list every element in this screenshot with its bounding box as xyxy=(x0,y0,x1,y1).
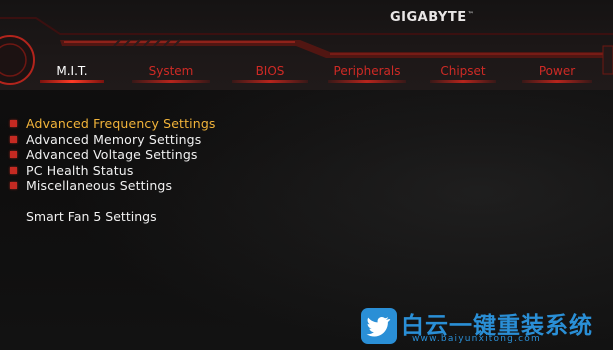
gigabyte-logo: GIGABYTE™ xyxy=(390,10,475,25)
tab-system-underline xyxy=(132,80,210,83)
menu-bullet-icon xyxy=(10,167,17,174)
tab-bios[interactable]: BIOS xyxy=(228,62,312,83)
tab-mit[interactable]: M.I.T. xyxy=(36,62,108,83)
tab-system-label: System xyxy=(148,64,194,78)
tab-mit-label: M.I.T. xyxy=(56,64,88,78)
menu-item-label: Miscellaneous Settings xyxy=(26,178,173,193)
menu-item-label: Advanced Voltage Settings xyxy=(26,147,198,162)
twitter-bird-icon xyxy=(361,308,397,344)
menu-bullet-icon xyxy=(10,151,17,158)
tab-power[interactable]: Power xyxy=(518,62,596,83)
tab-system[interactable]: System xyxy=(128,62,214,83)
menu-item-miscellaneous[interactable]: Miscellaneous Settings xyxy=(10,178,172,193)
tab-mit-underline xyxy=(40,80,104,83)
tab-peripherals[interactable]: Peripherals xyxy=(324,62,410,83)
menu-item-advanced-memory[interactable]: Advanced Memory Settings xyxy=(10,132,201,147)
menu-bullet-icon xyxy=(10,182,17,189)
menu-bullet-icon xyxy=(10,136,17,143)
tab-peripherals-underline xyxy=(328,80,406,83)
menu-item-smart-fan[interactable]: Smart Fan 5 Settings xyxy=(26,209,157,224)
menu-item-pc-health[interactable]: PC Health Status xyxy=(10,163,134,178)
menu-item-label: PC Health Status xyxy=(26,163,134,178)
tab-bios-underline xyxy=(232,80,308,83)
tab-chipset[interactable]: Chipset xyxy=(426,62,500,83)
tab-power-label: Power xyxy=(538,64,576,78)
tab-power-underline xyxy=(522,80,592,83)
menu-item-advanced-frequency[interactable]: Advanced Frequency Settings xyxy=(10,116,216,131)
menu-bullet-icon xyxy=(10,120,17,127)
menu-item-label: Advanced Frequency Settings xyxy=(26,116,216,131)
tab-chipset-underline xyxy=(430,80,496,83)
watermark-url: www.baiyunxitong.com xyxy=(412,334,541,344)
bios-screen: GIGABYTE™ M.I.T. System BIOS Peripherals… xyxy=(0,0,613,350)
menu-item-label: Advanced Memory Settings xyxy=(26,132,202,147)
menu-item-advanced-voltage[interactable]: Advanced Voltage Settings xyxy=(10,147,198,162)
tab-peripherals-label: Peripherals xyxy=(333,64,401,78)
tab-bios-label: BIOS xyxy=(255,64,285,78)
tab-chipset-label: Chipset xyxy=(440,64,486,78)
